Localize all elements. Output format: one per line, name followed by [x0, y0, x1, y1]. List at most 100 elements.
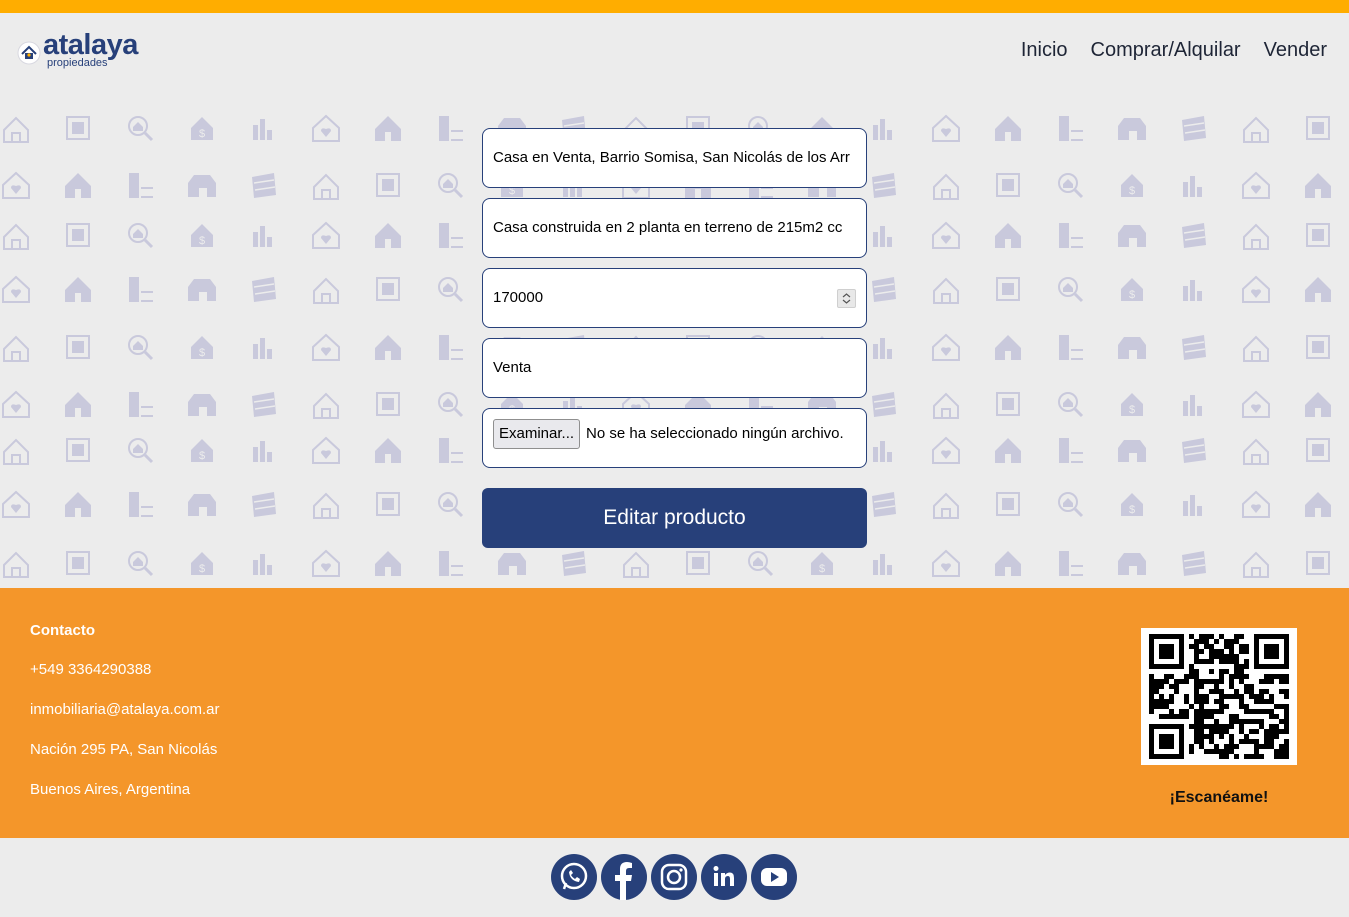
background-house-icon — [1059, 551, 1083, 576]
background-house-icon — [872, 492, 896, 517]
instagram-link[interactable] — [651, 854, 697, 900]
svg-text:$: $ — [1129, 185, 1135, 197]
svg-text:$: $ — [199, 450, 205, 462]
edit-product-button[interactable]: Editar producto — [482, 488, 867, 548]
background-house-icon — [188, 279, 216, 301]
number-spinner[interactable] — [837, 289, 856, 308]
background-house-icon — [128, 223, 154, 249]
contact-phone[interactable]: +549 3364290388 — [30, 661, 219, 679]
linkedin-icon — [713, 866, 734, 886]
background-house-icon — [498, 553, 526, 575]
description-field[interactable]: Casa construida en 2 planta en terreno d… — [482, 198, 867, 258]
background-house-icon — [253, 554, 272, 575]
description-input-value: Casa construida en 2 planta en terreno d… — [493, 219, 843, 236]
nav-inicio[interactable]: Inicio — [1021, 39, 1068, 62]
browse-button[interactable]: Examinar... — [493, 419, 581, 449]
background-house-icon — [1243, 335, 1269, 362]
background-house-icon — [1306, 551, 1330, 575]
background-house-icon — [438, 173, 464, 199]
background-house-icon — [312, 114, 340, 142]
qr-code — [1141, 628, 1297, 765]
brand-subtitle: propiedades — [47, 57, 108, 69]
background-house-icon — [1183, 280, 1202, 301]
background-house-icon — [65, 492, 91, 517]
background-house-icon — [129, 277, 153, 302]
background-house-icon — [252, 173, 276, 198]
background-house-icon — [65, 173, 91, 198]
background-house-icon — [376, 492, 400, 516]
background-house-icon — [1118, 225, 1146, 247]
background-house-icon — [252, 492, 276, 517]
background-house-icon — [66, 335, 90, 359]
background-house-icon — [1182, 551, 1206, 576]
background-house-icon — [1059, 335, 1083, 360]
background-house-icon: $ — [1121, 278, 1143, 301]
svg-text:$: $ — [199, 347, 205, 359]
brand-logo[interactable]: atalaya propiedades — [17, 29, 157, 75]
nav-vender[interactable]: Vender — [1264, 39, 1327, 62]
svg-text:$: $ — [1129, 289, 1135, 301]
background-house-icon — [932, 549, 960, 577]
background-house-icon — [933, 173, 959, 200]
background-house-icon — [1059, 438, 1083, 463]
contact-email[interactable]: inmobiliaria@atalaya.com.ar — [30, 701, 219, 719]
background-house-icon — [2, 275, 30, 303]
svg-text:$: $ — [1129, 504, 1135, 516]
background-house-icon — [375, 551, 401, 576]
background-house-icon — [313, 392, 339, 419]
price-field[interactable]: 170000 — [482, 268, 867, 328]
svg-text:$: $ — [1129, 404, 1135, 416]
main-nav: Inicio Comprar/Alquilar Vender — [1021, 39, 1327, 62]
facebook-icon — [615, 862, 632, 900]
background-house-icon — [3, 223, 29, 250]
social-links — [551, 854, 797, 900]
svg-text:$: $ — [199, 235, 205, 247]
background-house-icon — [376, 392, 400, 416]
background-house-icon — [439, 335, 463, 360]
logo-house-icon — [17, 41, 41, 65]
linkedin-link[interactable] — [701, 854, 747, 900]
title-field[interactable]: Casa en Venta, Barrio Somisa, San Nicolá… — [482, 128, 867, 188]
background-house-icon — [439, 438, 463, 463]
background-house-icon — [252, 277, 276, 302]
background-house-icon: $ — [191, 224, 213, 247]
background-house-icon — [253, 338, 272, 359]
background-house-icon — [1242, 490, 1270, 518]
background-house-icon — [1059, 223, 1083, 248]
background-house-icon — [66, 551, 90, 575]
background-house-icon — [66, 223, 90, 247]
contact-title: Contacto — [30, 622, 95, 639]
background-house-icon — [129, 492, 153, 517]
nav-comprar-alquilar[interactable]: Comprar/Alquilar — [1091, 39, 1241, 62]
background-house-icon — [2, 171, 30, 199]
background-house-icon — [872, 392, 896, 417]
background-house-icon: $ — [811, 552, 833, 575]
background-house-icon — [66, 116, 90, 140]
background-house-icon: $ — [191, 552, 213, 575]
background-house-icon — [996, 492, 1020, 516]
background-house-icon — [932, 333, 960, 361]
background-house-icon — [129, 173, 153, 198]
youtube-link[interactable] — [751, 854, 797, 900]
background-house-icon — [312, 333, 340, 361]
background-house-icon — [562, 551, 586, 576]
background-house-icon — [748, 551, 774, 577]
facebook-link[interactable] — [601, 854, 647, 900]
top-accent-bar — [0, 0, 1349, 13]
background-house-icon — [3, 335, 29, 362]
background-house-icon — [438, 277, 464, 303]
svg-text:$: $ — [199, 128, 205, 140]
background-house-icon — [313, 173, 339, 200]
background-house-icon — [1118, 337, 1146, 359]
background-house-icon — [1305, 392, 1331, 417]
whatsapp-link[interactable] — [551, 854, 597, 900]
background-house-icon — [129, 392, 153, 417]
background-house-icon — [1183, 495, 1202, 516]
background-house-icon — [376, 173, 400, 197]
background-house-icon — [1243, 551, 1269, 578]
background-house-icon — [1243, 438, 1269, 465]
background-house-icon — [3, 116, 29, 143]
operation-field[interactable]: Venta — [482, 338, 867, 398]
background-house-icon — [1242, 390, 1270, 418]
background-house-icon — [873, 554, 892, 575]
